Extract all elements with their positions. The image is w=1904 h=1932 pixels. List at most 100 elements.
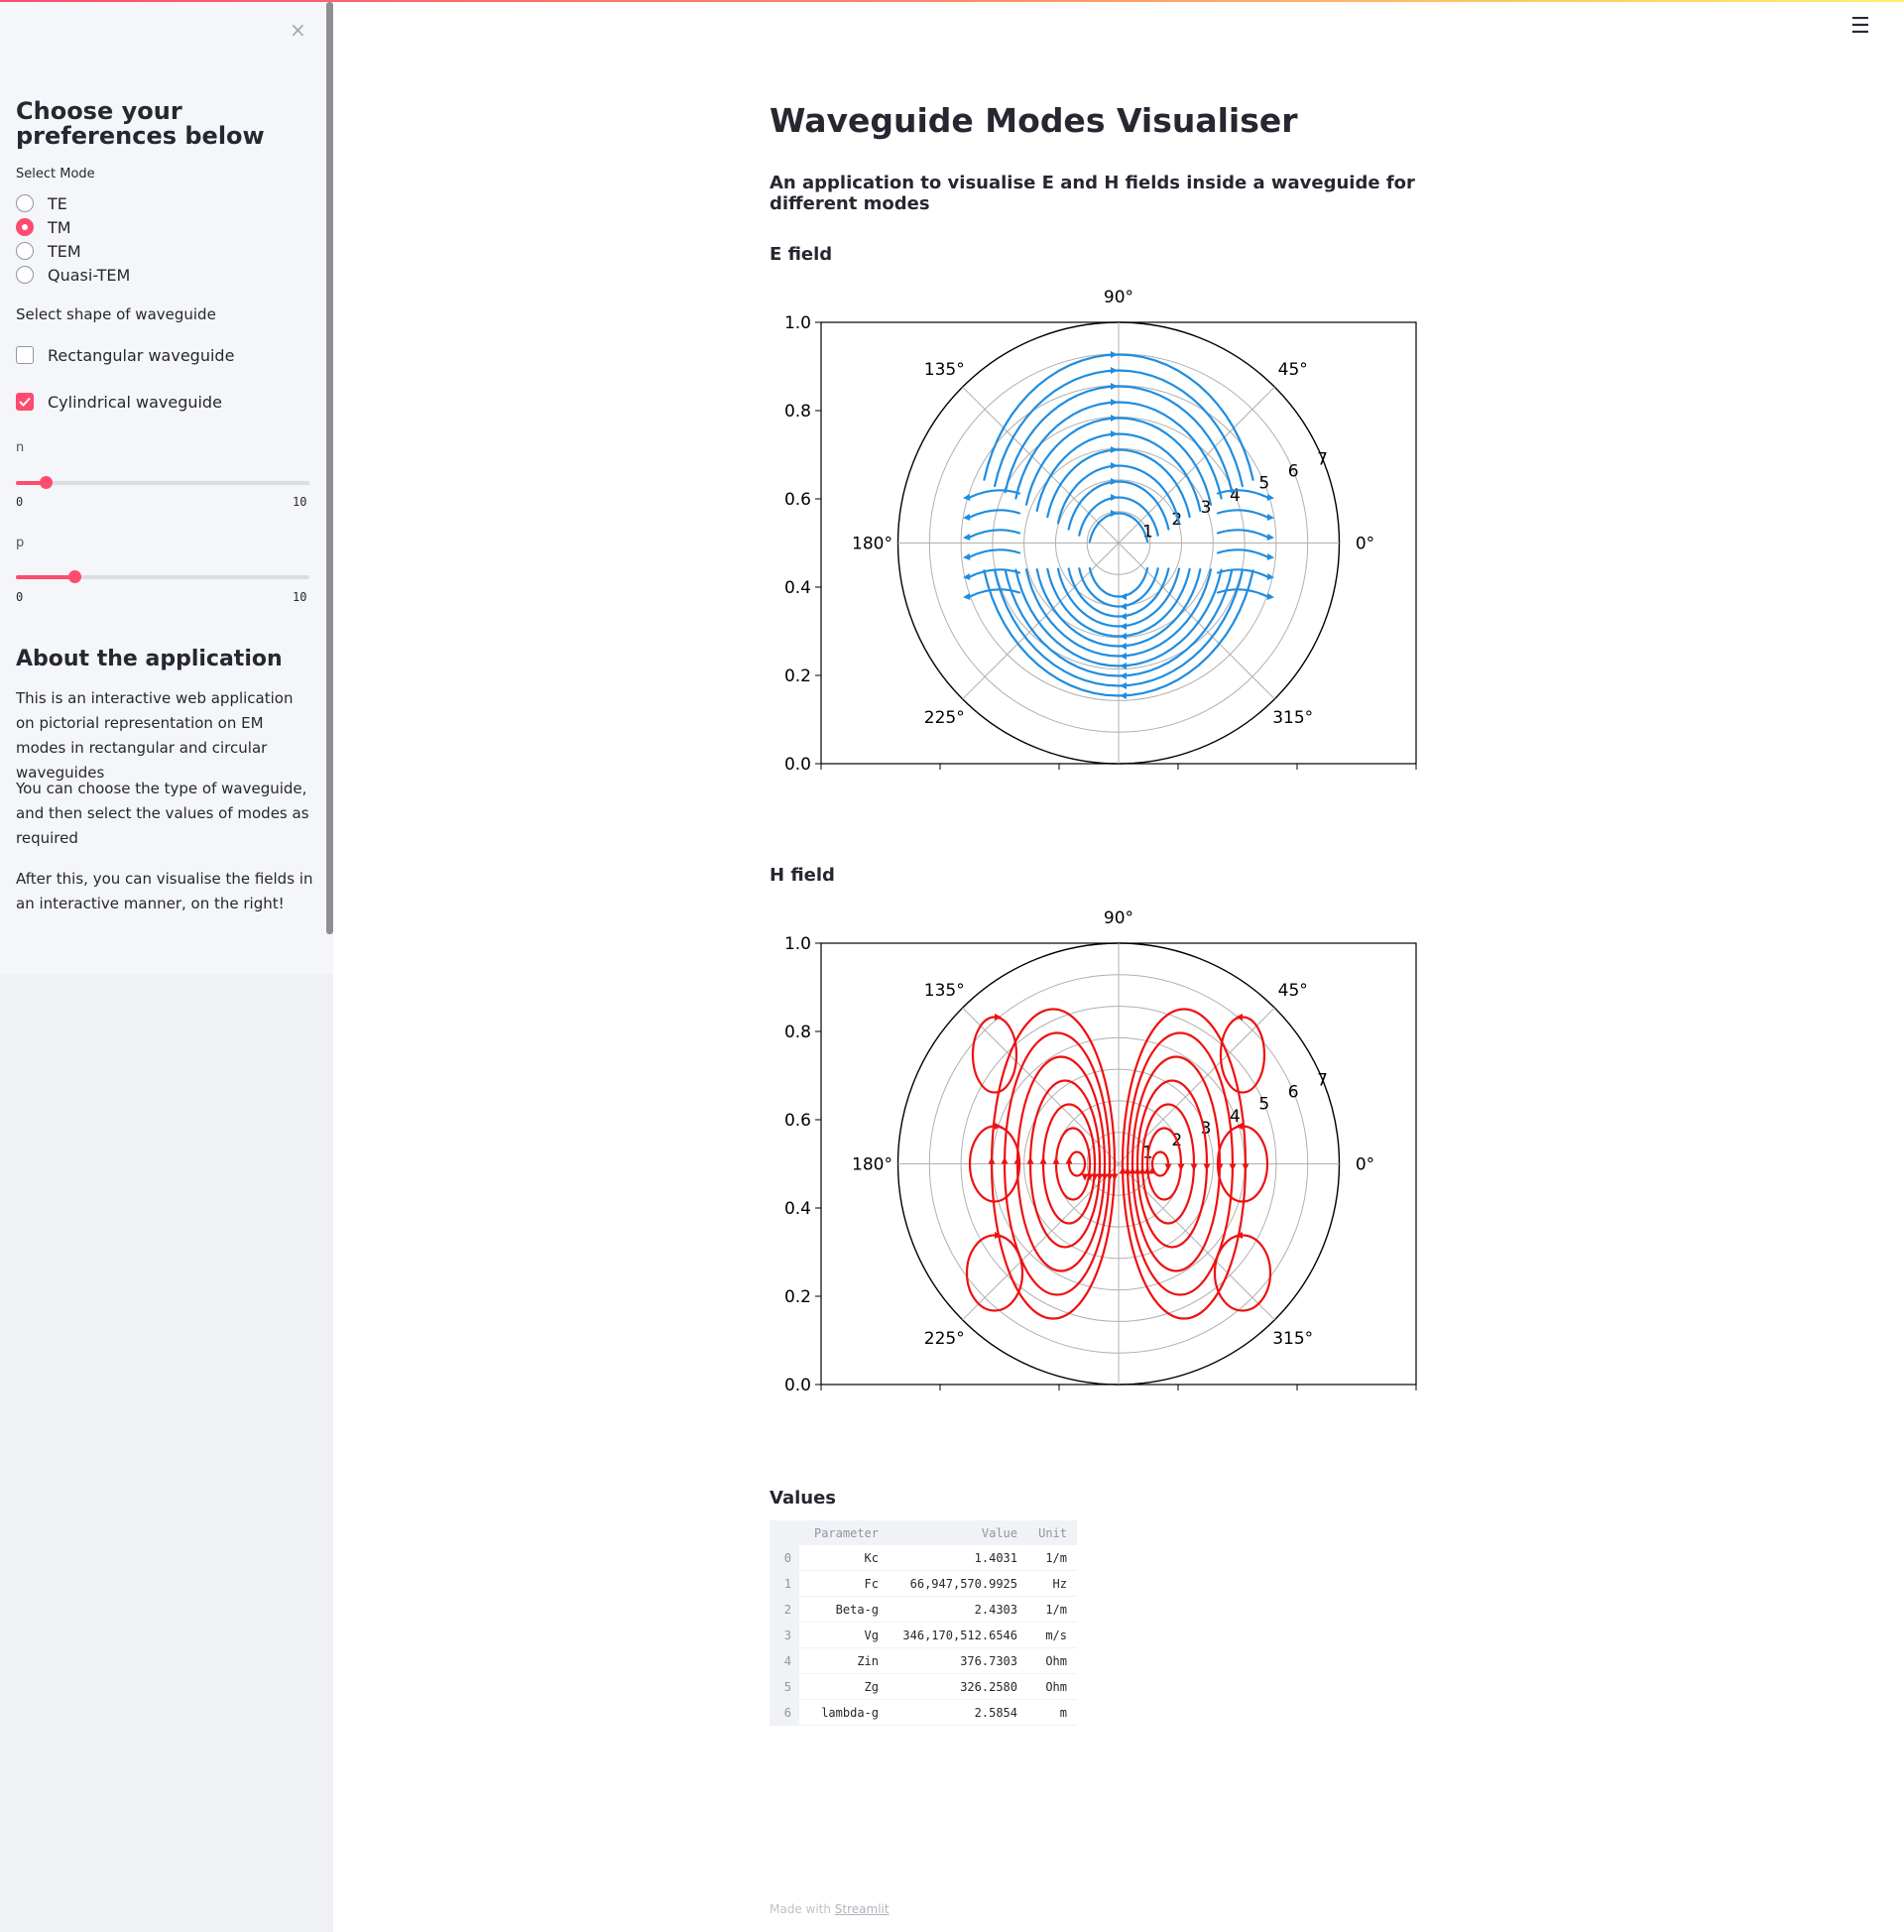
slider-n-max: 10 <box>293 495 307 509</box>
table-row: 1 Fc 66,947,570.9925 Hz <box>770 1570 1077 1597</box>
cell-unit: m/s <box>1027 1622 1077 1648</box>
stream-arrow <box>1111 399 1118 406</box>
about-title: About the application <box>16 647 283 671</box>
checkbox-checked-icon[interactable] <box>16 393 34 411</box>
stream-arrow <box>1177 1163 1185 1171</box>
cell-unit: Ohm <box>1027 1647 1077 1674</box>
slider-p-min: 0 <box>16 590 24 604</box>
y-tick-label: 0.4 <box>784 1199 811 1219</box>
about-paragraph: You can choose the type of waveguide, an… <box>16 780 309 847</box>
radio-label: Quasi-TEM <box>48 265 131 285</box>
checkbox-rectangular[interactable]: Rectangular waveguide <box>16 343 234 367</box>
stream-line <box>968 529 1021 539</box>
stream-arrow <box>1229 1163 1237 1171</box>
page-subtitle: An application to visualise E and H fiel… <box>770 173 1415 214</box>
stream-arrow <box>1039 1156 1047 1164</box>
cell-value: 346,170,512.6546 <box>889 1622 1027 1648</box>
about-paragraph: This is an interactive web application o… <box>16 689 294 782</box>
checkbox-cylindrical[interactable]: Cylindrical waveguide <box>16 390 222 414</box>
mode-label: Select Mode <box>16 167 95 181</box>
sidebar-scrollbar[interactable] <box>326 2 333 934</box>
stream-arrow <box>1203 1163 1211 1171</box>
cell-parameter: Zg <box>799 1673 889 1700</box>
radio-mode-tem[interactable]: TEM <box>16 240 81 262</box>
stream-arrow <box>1001 1156 1009 1164</box>
stream-arrow <box>1111 1173 1119 1181</box>
stream-arrow <box>988 1156 996 1164</box>
stream-line <box>968 489 1021 499</box>
stream-arrow <box>1120 593 1127 600</box>
y-tick-label: 1.0 <box>784 934 811 954</box>
sidebar-title: Choose your preferences below <box>16 97 265 150</box>
table-row: 6 lambda-g 2.5854 m <box>770 1699 1077 1726</box>
stream-arrow <box>1120 692 1127 699</box>
cell-parameter: lambda-g <box>799 1699 889 1726</box>
checkbox-label: Rectangular waveguide <box>48 345 235 365</box>
y-tick-label: 0.8 <box>784 1023 811 1042</box>
angle-tick-label: 90° <box>1104 288 1133 307</box>
slider-n-track[interactable] <box>16 476 309 489</box>
table-header-row: Parameter Value Unit <box>770 1520 1077 1545</box>
close-sidebar-icon[interactable]: × <box>290 18 306 42</box>
radio-button-selected-icon[interactable] <box>16 218 34 236</box>
footer-text: Made with <box>770 1902 835 1916</box>
checkbox-icon[interactable] <box>16 346 34 364</box>
slider-n-thumb[interactable] <box>39 476 53 489</box>
row-index: 2 <box>770 1596 799 1623</box>
angle-tick-label: 225° <box>924 708 965 728</box>
radio-mode-te[interactable]: TE <box>16 192 67 214</box>
stream-line <box>1216 529 1269 539</box>
y-tick-label: 0.6 <box>784 490 811 510</box>
stream-arrow <box>1266 534 1274 541</box>
radio-button-icon[interactable] <box>16 242 34 260</box>
angle-tick-label: 0° <box>1356 1155 1374 1175</box>
radio-mode-tm[interactable]: TM <box>16 216 71 238</box>
slider-n-label: n <box>16 440 25 455</box>
table-row: 3 Vg 346,170,512.6546 m/s <box>770 1622 1077 1648</box>
table-row: 4 Zin 376.7303 Ohm <box>770 1647 1077 1674</box>
angle-tick-label: 180° <box>852 535 892 554</box>
h-field-plot: 0.00.00.20.20.40.40.60.60.80.81.01.01234… <box>784 908 1417 1394</box>
angle-tick-label: 135° <box>924 981 965 1001</box>
slider-p-track[interactable] <box>16 570 309 583</box>
about-paragraph: After this, you can visualise the fields… <box>16 870 313 912</box>
angle-tick-label: 180° <box>852 1155 892 1175</box>
stream-arrow <box>1120 682 1127 689</box>
radio-mode-quasi-tem[interactable]: Quasi-TEM <box>16 264 130 286</box>
cell-value: 376.7303 <box>889 1647 1027 1674</box>
streamlit-link[interactable]: Streamlit <box>835 1902 890 1916</box>
angle-tick-label: 135° <box>924 360 965 380</box>
stream-arrow <box>1120 633 1127 640</box>
cell-value: 1.4031 <box>889 1545 1027 1571</box>
angle-tick-label: 90° <box>1104 908 1133 928</box>
stream-arrow <box>1111 478 1118 485</box>
checkbox-label: Cylindrical waveguide <box>48 392 222 412</box>
hamburger-menu-icon[interactable]: ☰ <box>1850 14 1870 39</box>
stream-arrow <box>1026 1156 1034 1164</box>
stream-arrow <box>963 553 971 560</box>
row-index: 5 <box>770 1673 799 1700</box>
cell-unit: m <box>1027 1699 1077 1726</box>
sidebar: × Choose your preferences below Select M… <box>0 2 333 1932</box>
stream-arrow <box>1052 1156 1060 1164</box>
values-table: Parameter Value Unit 0 Kc 1.4031 1/m 1 F… <box>770 1520 1077 1726</box>
row-index: 1 <box>770 1570 799 1597</box>
y-tick-label: 1.0 <box>784 313 811 333</box>
angle-tick-label: 315° <box>1272 1329 1313 1349</box>
row-index: 6 <box>770 1699 799 1726</box>
cell-unit: Ohm <box>1027 1673 1077 1700</box>
cell-parameter: Fc <box>799 1570 889 1597</box>
y-tick-label: 0.2 <box>784 1287 811 1307</box>
slider-p-fill <box>16 575 75 579</box>
radio-button-icon[interactable] <box>16 194 34 212</box>
cell-unit: 1/m <box>1027 1545 1077 1571</box>
table-row: 0 Kc 1.4031 1/m <box>770 1545 1077 1571</box>
radio-button-icon[interactable] <box>16 266 34 284</box>
angle-tick-label: 0° <box>1356 535 1374 554</box>
cell-value: 66,947,570.9925 <box>889 1570 1027 1597</box>
stream-arrow <box>1111 494 1118 501</box>
stream-line <box>1216 548 1269 558</box>
radio-label: TE <box>48 193 67 213</box>
radial-tick-label: 6 <box>1288 1083 1299 1103</box>
e-field-heading: E field <box>770 244 833 265</box>
